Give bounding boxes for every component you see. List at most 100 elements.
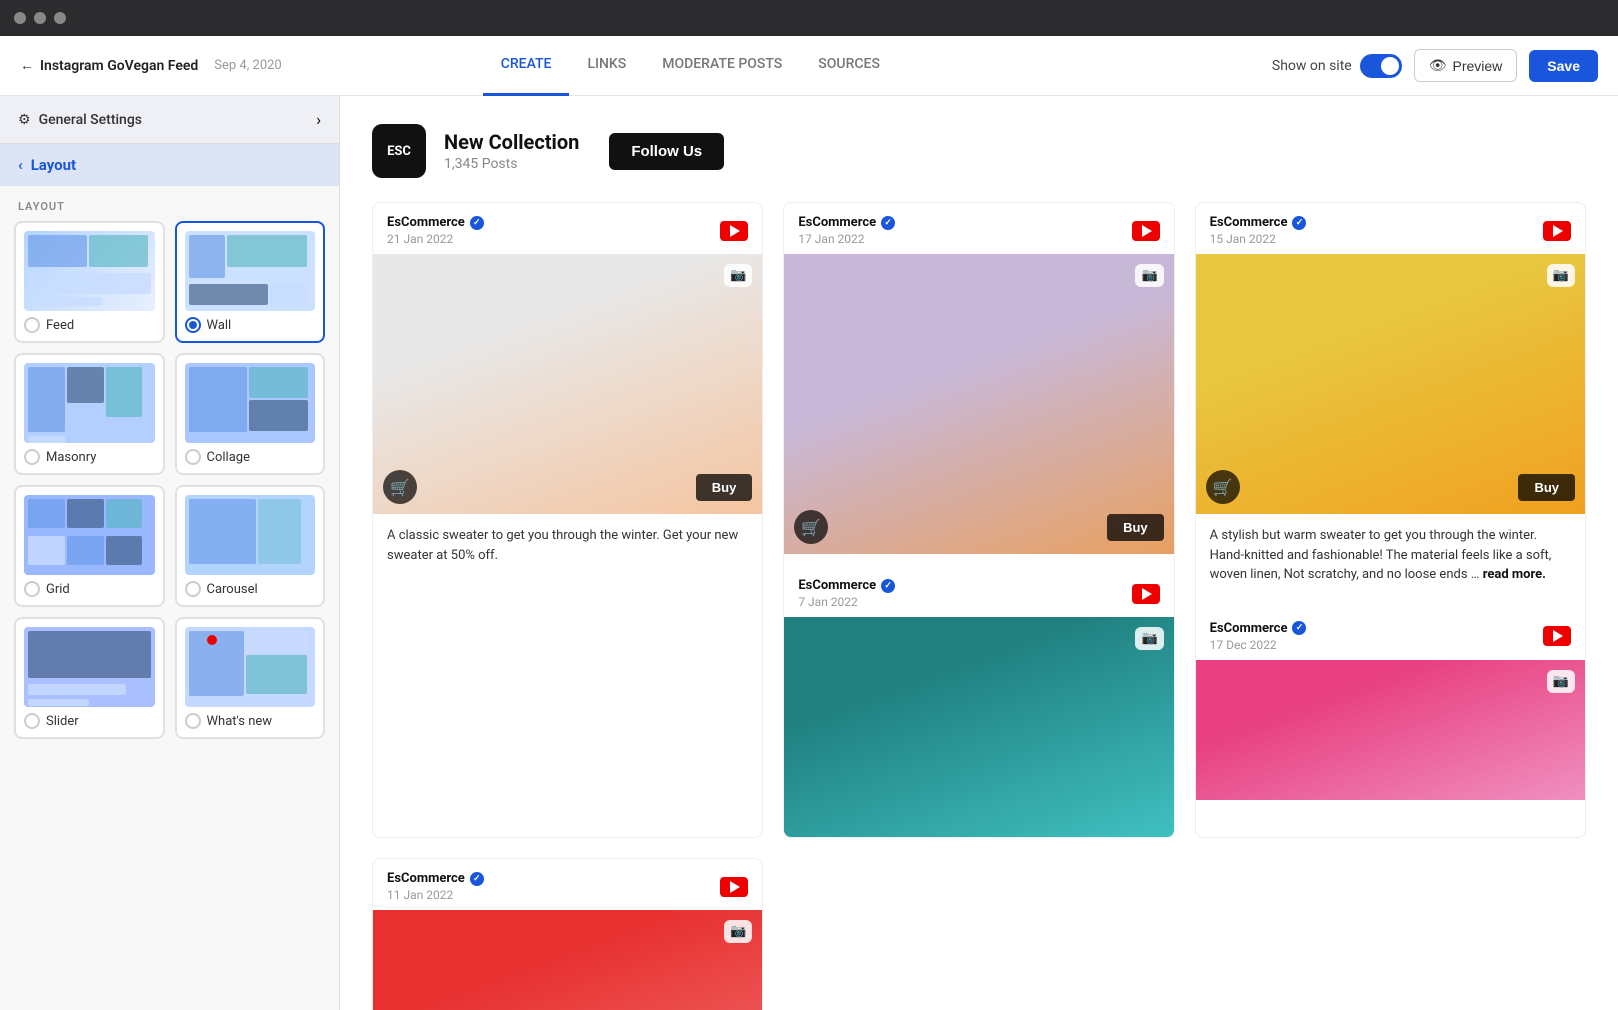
youtube-icon-3 [1543,221,1571,241]
toggle-knob [1381,57,1399,75]
content-area: ESC New Collection 1,345 Posts Follow Us… [340,96,1618,1010]
show-site-toggle-wrap: Show on site [1272,54,1402,78]
layout-label-masonry: Masonry [24,449,155,465]
post-card-3: EsCommerce ✓ 15 Jan 2022 📷 🛒 Buy [1195,202,1586,838]
post-author-2b: EsCommerce ✓ 7 Jan 2022 [798,578,895,609]
post-image-4: 📷 [373,910,762,1010]
camera-icon-1: 📷 [724,264,752,287]
layout-item-carousel[interactable]: Carousel [175,485,326,607]
tab-sources[interactable]: SOURCES [800,36,898,96]
titlebar-dot-2 [34,12,46,24]
radio-wall [185,317,201,333]
layout-item-wall[interactable]: Wall [175,221,326,343]
post-author-name-2: EsCommerce [798,215,876,230]
show-site-toggle[interactable] [1360,54,1402,78]
post-caption-3: A stylish but warm sweater to get you th… [1196,514,1585,597]
cart-icon-2[interactable]: 🛒 [794,510,828,544]
layout-section-label: Layout [31,156,76,174]
eye-icon: 👁 [1429,57,1447,74]
verified-badge-3: ✓ [1292,216,1306,230]
layout-item-masonry[interactable]: Masonry [14,353,165,475]
post-header-2b: EsCommerce ✓ 7 Jan 2022 [784,566,1173,617]
verified-badge-2b: ✓ [881,579,895,593]
tab-links[interactable]: LINKS [569,36,644,96]
post-header-2: EsCommerce ✓ 17 Jan 2022 [784,203,1173,254]
radio-whatsnew [185,713,201,729]
gear-icon: ⚙ [18,112,31,128]
show-site-label: Show on site [1272,58,1352,74]
post-image-2b: 📷 [784,617,1173,837]
post-header-1: EsCommerce ✓ 21 Jan 2022 [373,203,762,254]
topnav-tabs: CREATE LINKS MODERATE POSTS SOURCES [483,36,898,96]
youtube-icon-3b [1543,626,1571,646]
topnav-right: Show on site 👁 Preview Save [1272,49,1598,82]
youtube-icon-2b [1132,584,1160,604]
titlebar-dot-3 [54,12,66,24]
save-button[interactable]: Save [1529,50,1598,82]
youtube-icon-4 [720,877,748,897]
camera-icon-2b: 📷 [1135,627,1163,650]
post-author-3: EsCommerce ✓ 15 Jan 2022 [1210,215,1307,246]
layout-label-whatsnew: What's new [185,713,316,729]
post-date-2: 17 Jan 2022 [798,232,895,246]
titlebar [0,0,1618,36]
titlebar-dot-1 [14,12,26,24]
layout-thumb-slider [24,627,155,707]
layout-thumb-feed [24,231,155,311]
preview-button[interactable]: 👁 Preview [1414,49,1518,82]
post-date-4: 11 Jan 2022 [387,888,484,902]
post-image-2: 📷 🛒 Buy [784,254,1173,554]
layout-thumb-whatsnew [185,627,316,707]
follow-button[interactable]: Follow Us [609,133,724,170]
layout-label-wall: Wall [185,317,316,333]
layout-label-feed: Feed [24,317,155,333]
camera-icon-2: 📷 [1135,264,1163,287]
read-more-3[interactable]: read more. [1483,567,1546,582]
back-arrow-icon: ← [20,57,34,74]
post-author-name-2b: EsCommerce [798,578,876,593]
yt-play-1 [730,225,740,237]
cart-icon-1[interactable]: 🛒 [383,470,417,504]
feed-info: New Collection 1,345 Posts [444,130,579,172]
yt-play-2b [1142,588,1152,600]
layout-item-collage[interactable]: Collage [175,353,326,475]
layout-thumb-carousel [185,495,316,575]
post-card-1: EsCommerce ✓ 21 Jan 2022 📷 🛒 Buy [372,202,763,838]
layout-label-carousel: Carousel [185,581,316,597]
radio-slider [24,713,40,729]
buy-button-1[interactable]: Buy [696,474,753,501]
back-button[interactable]: ← Instagram GoVegan Feed Sep 4, 2020 [20,57,282,74]
post-author-2: EsCommerce ✓ 17 Jan 2022 [798,215,895,246]
layout-item-slider[interactable]: Slider [14,617,165,739]
post-card-2: EsCommerce ✓ 17 Jan 2022 📷 🛒 Buy [783,202,1174,838]
post-action-bar-2: 🛒 Buy [794,510,1163,544]
cart-icon-3[interactable]: 🛒 [1206,470,1240,504]
post-author-name-1: EsCommerce [387,215,465,230]
layout-label-grid: Grid [24,581,155,597]
tab-moderate-posts[interactable]: MODERATE POSTS [644,36,800,96]
tab-create[interactable]: CREATE [483,36,570,96]
layout-item-feed[interactable]: Feed [14,221,165,343]
layout-item-whatsnew[interactable]: What's new [175,617,326,739]
buy-button-2[interactable]: Buy [1107,514,1164,541]
notification-dot [207,635,217,645]
layout-section[interactable]: ‹ Layout [0,144,339,186]
verified-badge-3b: ✓ [1292,621,1306,635]
layout-thumb-grid [24,495,155,575]
general-settings-row[interactable]: ⚙ General Settings › [0,96,339,144]
youtube-icon-1 [720,221,748,241]
yt-play-2 [1142,225,1152,237]
layout-label-collage: Collage [185,449,316,465]
general-settings-label: General Settings [39,112,142,128]
post-header-3: EsCommerce ✓ 15 Jan 2022 [1196,203,1585,254]
feed-title: Instagram GoVegan Feed [40,58,198,74]
buy-button-3[interactable]: Buy [1518,474,1575,501]
layout-group-label: LAYOUT [0,186,339,221]
layout-item-grid[interactable]: Grid [14,485,165,607]
post-date-3: 15 Jan 2022 [1210,232,1307,246]
post-author-name-3b: EsCommerce [1210,621,1288,636]
radio-masonry [24,449,40,465]
yt-play-3 [1553,225,1563,237]
post-image-3: 📷 🛒 Buy [1196,254,1585,514]
feed-posts-count: 1,345 Posts [444,156,579,172]
